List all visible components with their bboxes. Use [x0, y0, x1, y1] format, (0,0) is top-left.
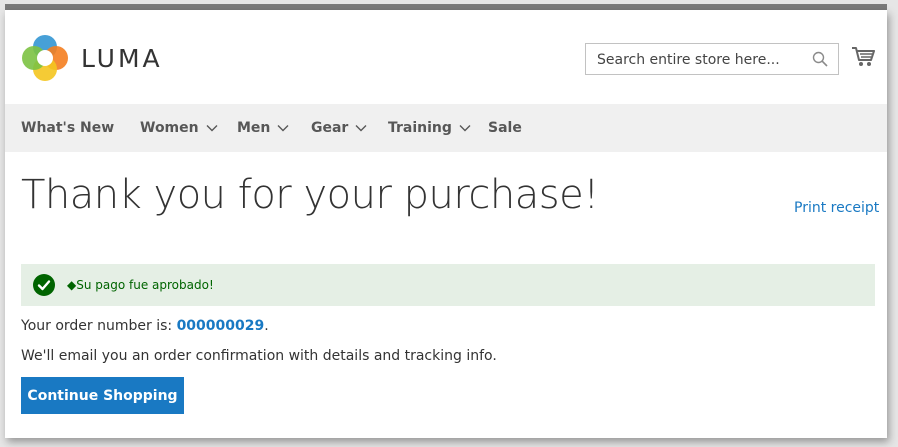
- luma-logo-icon: [22, 35, 68, 81]
- nav-item-label: Men: [237, 120, 271, 136]
- continue-shopping-button[interactable]: Continue Shopping: [21, 377, 184, 414]
- nav-item-label: Sale: [488, 120, 522, 136]
- nav-item-label: Gear: [311, 120, 349, 136]
- cart-icon[interactable]: [851, 46, 875, 73]
- order-number-line: Your order number is: 000000029.: [21, 318, 269, 334]
- order-number-suffix: .: [264, 318, 269, 334]
- success-message: ◆Su pago fue aprobado!: [21, 264, 875, 306]
- store-logo[interactable]: LUMA: [21, 34, 163, 82]
- page-title: Thank you for your purchase!: [21, 172, 599, 218]
- chevron-down-icon: [277, 120, 289, 136]
- page: LUMA What's New Women: [5, 10, 887, 438]
- nav-item-men[interactable]: Men: [237, 104, 289, 152]
- nav-item-label: Training: [388, 120, 452, 136]
- nav-item-label: What's New: [21, 120, 115, 136]
- nav-item-women[interactable]: Women: [140, 104, 218, 152]
- print-receipt-link[interactable]: Print receipt: [794, 200, 879, 216]
- nav-item-label: Women: [140, 120, 199, 136]
- search-input[interactable]: [595, 45, 809, 75]
- chevron-down-icon: [206, 120, 218, 136]
- brand-name: LUMA: [81, 43, 163, 73]
- nav-item-sale[interactable]: Sale: [488, 104, 522, 152]
- chevron-down-icon: [459, 120, 471, 136]
- success-message-text: ◆Su pago fue aprobado!: [67, 278, 214, 292]
- checkmark-icon: [33, 274, 55, 296]
- nav-item-gear[interactable]: Gear: [311, 104, 367, 152]
- order-number-link[interactable]: 000000029: [177, 318, 265, 334]
- nav-item-training[interactable]: Training: [388, 104, 471, 152]
- search-icon[interactable]: [812, 51, 828, 72]
- search-box[interactable]: [585, 43, 839, 75]
- main-navigation: What's New Women Men Gear Training Sale: [5, 104, 887, 152]
- chevron-down-icon: [355, 120, 367, 136]
- confirmation-email-text: We'll email you an order confirmation wi…: [21, 348, 497, 364]
- nav-item-whats-new[interactable]: What's New: [21, 104, 114, 152]
- order-number-label: Your order number is:: [21, 318, 177, 334]
